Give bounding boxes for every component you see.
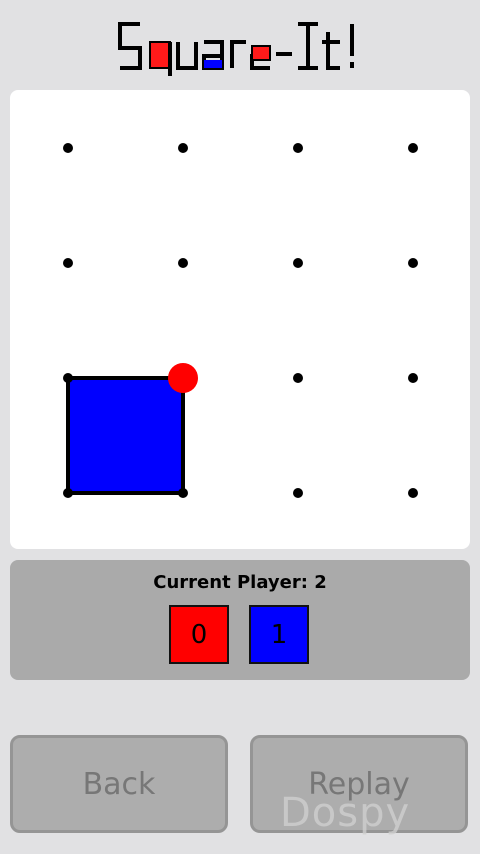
app-logo (118, 22, 354, 76)
player1-score: 0 (169, 605, 229, 664)
selection-cursor[interactable] (168, 363, 198, 393)
back-button[interactable]: Back (10, 735, 228, 833)
grid-dot-0-2[interactable] (293, 143, 303, 153)
grid-dot-3-3[interactable] (408, 488, 418, 498)
claimed-square (66, 376, 185, 495)
grid-dot-3-0[interactable] (63, 488, 73, 498)
player2-score: 1 (249, 605, 309, 664)
game-board[interactable] (10, 90, 470, 549)
grid-dot-1-3[interactable] (408, 258, 418, 268)
current-player-label: Current Player: 2 (153, 572, 327, 593)
grid-dot-2-3[interactable] (408, 373, 418, 383)
grid-dot-0-0[interactable] (63, 143, 73, 153)
grid-dot-3-2[interactable] (293, 488, 303, 498)
grid-dot-3-1[interactable] (178, 488, 188, 498)
watermark: Dospy (280, 790, 411, 836)
grid-dot-0-1[interactable] (178, 143, 188, 153)
grid-dot-1-0[interactable] (63, 258, 73, 268)
board-grid[interactable] (10, 90, 470, 549)
grid-dot-1-1[interactable] (178, 258, 188, 268)
status-panel: Current Player: 2 0 1 (10, 560, 470, 680)
grid-dot-2-2[interactable] (293, 373, 303, 383)
grid-dot-2-0[interactable] (63, 373, 73, 383)
grid-dot-0-3[interactable] (408, 143, 418, 153)
grid-dot-1-2[interactable] (293, 258, 303, 268)
